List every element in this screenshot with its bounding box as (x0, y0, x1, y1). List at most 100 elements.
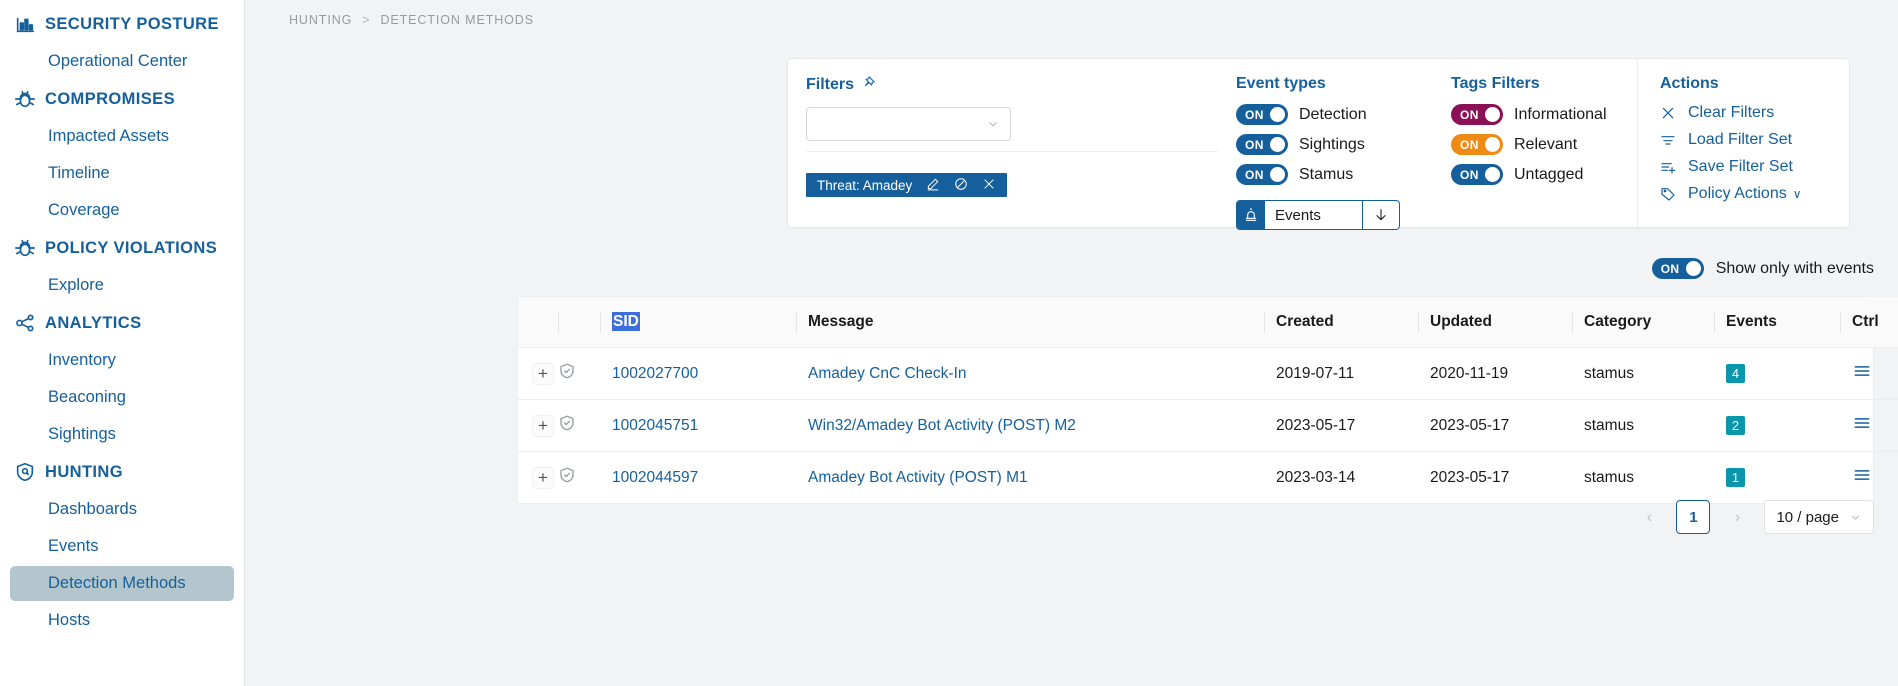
breadcrumb-current[interactable]: DETECTION METHODS (380, 13, 534, 27)
nav-group-hunting[interactable]: HUNTING (0, 454, 244, 490)
sidebar: SECURITY POSTURE Operational Center COMPRO… (0, 0, 245, 686)
row-category-cell: stamus (1572, 452, 1714, 504)
message-link[interactable]: Win32/Amadey Bot Activity (POST) M2 (808, 417, 1076, 434)
menu-icon[interactable] (1852, 472, 1872, 489)
sidebar-item-hosts[interactable]: Hosts (10, 603, 234, 638)
pagination-prev[interactable]: ‹ (1636, 507, 1662, 527)
share-nodes-icon (14, 312, 36, 334)
events-control: Events (1236, 200, 1400, 230)
filter-chip-threat[interactable]: Threat: Amadey (806, 173, 1007, 197)
column-header-events[interactable]: Events (1714, 297, 1840, 348)
row-shield-cell (558, 348, 600, 400)
nav-group-compromises[interactable]: COMPROMISES (0, 81, 244, 117)
arrow-down-icon[interactable] (1363, 201, 1399, 229)
column-header-updated[interactable]: Updated (1418, 297, 1572, 348)
sidebar-item-events[interactable]: Events (10, 529, 234, 564)
pencil-icon[interactable] (926, 177, 940, 194)
menu-icon[interactable] (1852, 420, 1872, 437)
column-header-created[interactable]: Created (1264, 297, 1418, 348)
close-icon[interactable] (982, 177, 996, 194)
pagination-next[interactable]: › (1724, 507, 1750, 527)
sid-link[interactable]: 1002044597 (612, 469, 698, 486)
nav-group-label: COMPROMISES (45, 90, 175, 109)
filter-chip-label: Threat: Amadey (817, 178, 912, 193)
pagination: ‹ 1 › 10 / page (1636, 500, 1874, 534)
expand-row-button[interactable]: + (532, 467, 554, 489)
pagination-page-1[interactable]: 1 (1676, 500, 1710, 534)
expand-row-button[interactable]: + (532, 415, 554, 437)
sidebar-item-operational-center[interactable]: Operational Center (10, 44, 234, 79)
column-header-blank-0[interactable] (518, 297, 558, 348)
column-header-category[interactable]: Category (1572, 297, 1714, 348)
shield-check-icon[interactable] (558, 367, 576, 384)
shield-check-icon[interactable] (558, 419, 576, 436)
row-updated-cell: 2023-05-17 (1418, 452, 1572, 504)
toggle-knob (1270, 137, 1285, 152)
row-ctrl-cell (1840, 348, 1898, 400)
row-shield-cell (558, 400, 600, 452)
events-input[interactable]: Events (1265, 201, 1363, 229)
column-header-blank-1[interactable] (558, 297, 600, 348)
sidebar-item-explore[interactable]: Explore (10, 268, 234, 303)
sidebar-item-timeline[interactable]: Timeline (10, 156, 234, 191)
row-events-cell: 2 (1714, 400, 1840, 452)
page-size-select[interactable]: 10 / page (1764, 500, 1874, 534)
toggle-informational[interactable]: ON (1451, 104, 1503, 125)
toggle-state: ON (1451, 168, 1479, 182)
message-link[interactable]: Amadey Bot Activity (POST) M1 (808, 469, 1028, 486)
toggle-sightings[interactable]: ON (1236, 134, 1288, 155)
sidebar-item-inventory[interactable]: Inventory (10, 343, 234, 378)
nav-group-label: SECURITY POSTURE (45, 15, 219, 34)
app-root: SECURITY POSTURE Operational Center COMPRO… (0, 0, 1898, 686)
row-events-cell: 4 (1714, 348, 1840, 400)
column-header-message[interactable]: Message (796, 297, 1264, 348)
events-badge[interactable]: 2 (1726, 416, 1745, 435)
action-load-filter-set[interactable]: Load Filter Set (1660, 131, 1849, 149)
alarm-light-icon[interactable] (1237, 201, 1265, 229)
nav-group-policy-violations[interactable]: POLICY VIOLATIONS (0, 230, 244, 266)
toggle-detection[interactable]: ON (1236, 104, 1288, 125)
show-only-toggle[interactable]: ON (1652, 258, 1704, 279)
sidebar-item-dashboards[interactable]: Dashboards (10, 492, 234, 527)
sid-link[interactable]: 1002027700 (612, 365, 698, 382)
filter-select[interactable] (806, 107, 1011, 141)
message-link[interactable]: Amadey CnC Check-In (808, 365, 967, 382)
toggle-untagged[interactable]: ON (1451, 164, 1503, 185)
chevron-down-icon[interactable]: ∨ (1793, 187, 1802, 201)
ban-icon[interactable] (954, 177, 968, 194)
table-row[interactable]: +1002044597 Amadey Bot Activity (POST) M1… (518, 452, 1898, 504)
menu-icon[interactable] (1852, 368, 1872, 385)
sid-link[interactable]: 1002045751 (612, 417, 698, 434)
nav-group-analytics[interactable]: ANALYTICS (0, 305, 244, 341)
toggle-stamus[interactable]: ON (1236, 164, 1288, 185)
column-header-ctrl[interactable]: Ctrl (1840, 297, 1898, 348)
table-row[interactable]: +1002045751 Win32/Amadey Bot Activity (PO… (518, 400, 1898, 452)
sidebar-item-sightings[interactable]: Sightings (10, 417, 234, 452)
main-content: HUNTING > DETECTION METHODS Filters (245, 0, 1898, 686)
expand-row-button[interactable]: + (532, 363, 554, 385)
sidebar-item-beaconing[interactable]: Beaconing (10, 380, 234, 415)
row-ctrl-cell (1840, 400, 1898, 452)
pin-icon[interactable] (861, 75, 876, 95)
nav-group-label: POLICY VIOLATIONS (45, 239, 217, 258)
column-header-sid[interactable]: SID (600, 297, 796, 348)
sidebar-item-coverage[interactable]: Coverage (10, 193, 234, 228)
nav-group-security-posture[interactable]: SECURITY POSTURE (0, 6, 244, 42)
events-badge[interactable]: 1 (1726, 468, 1745, 487)
row-category-cell: stamus (1572, 400, 1714, 452)
breadcrumb-parent[interactable]: HUNTING (289, 13, 352, 27)
row-message-cell: Amadey Bot Activity (POST) M1 (796, 452, 1264, 504)
event-types-title: Event types (1236, 75, 1451, 93)
action-policy-actions[interactable]: Policy Actions∨ (1660, 185, 1849, 203)
events-badge[interactable]: 4 (1726, 364, 1745, 383)
breadcrumb-separator: > (362, 13, 370, 27)
table-row[interactable]: +1002027700Amadey CnC Check-In2019-07-11… (518, 348, 1898, 400)
action-clear-filters[interactable]: Clear Filters (1660, 104, 1849, 122)
sidebar-item-impacted-assets[interactable]: Impacted Assets (10, 119, 234, 154)
toggle-relevant[interactable]: ON (1451, 134, 1503, 155)
shield-check-icon[interactable] (558, 471, 576, 488)
action-save-filter-set[interactable]: Save Filter Set (1660, 158, 1849, 176)
sidebar-item-detection-methods[interactable]: Detection Methods (10, 566, 234, 601)
row-updated-cell: 2023-05-17 (1418, 400, 1572, 452)
row-expand-cell: + (518, 400, 558, 452)
